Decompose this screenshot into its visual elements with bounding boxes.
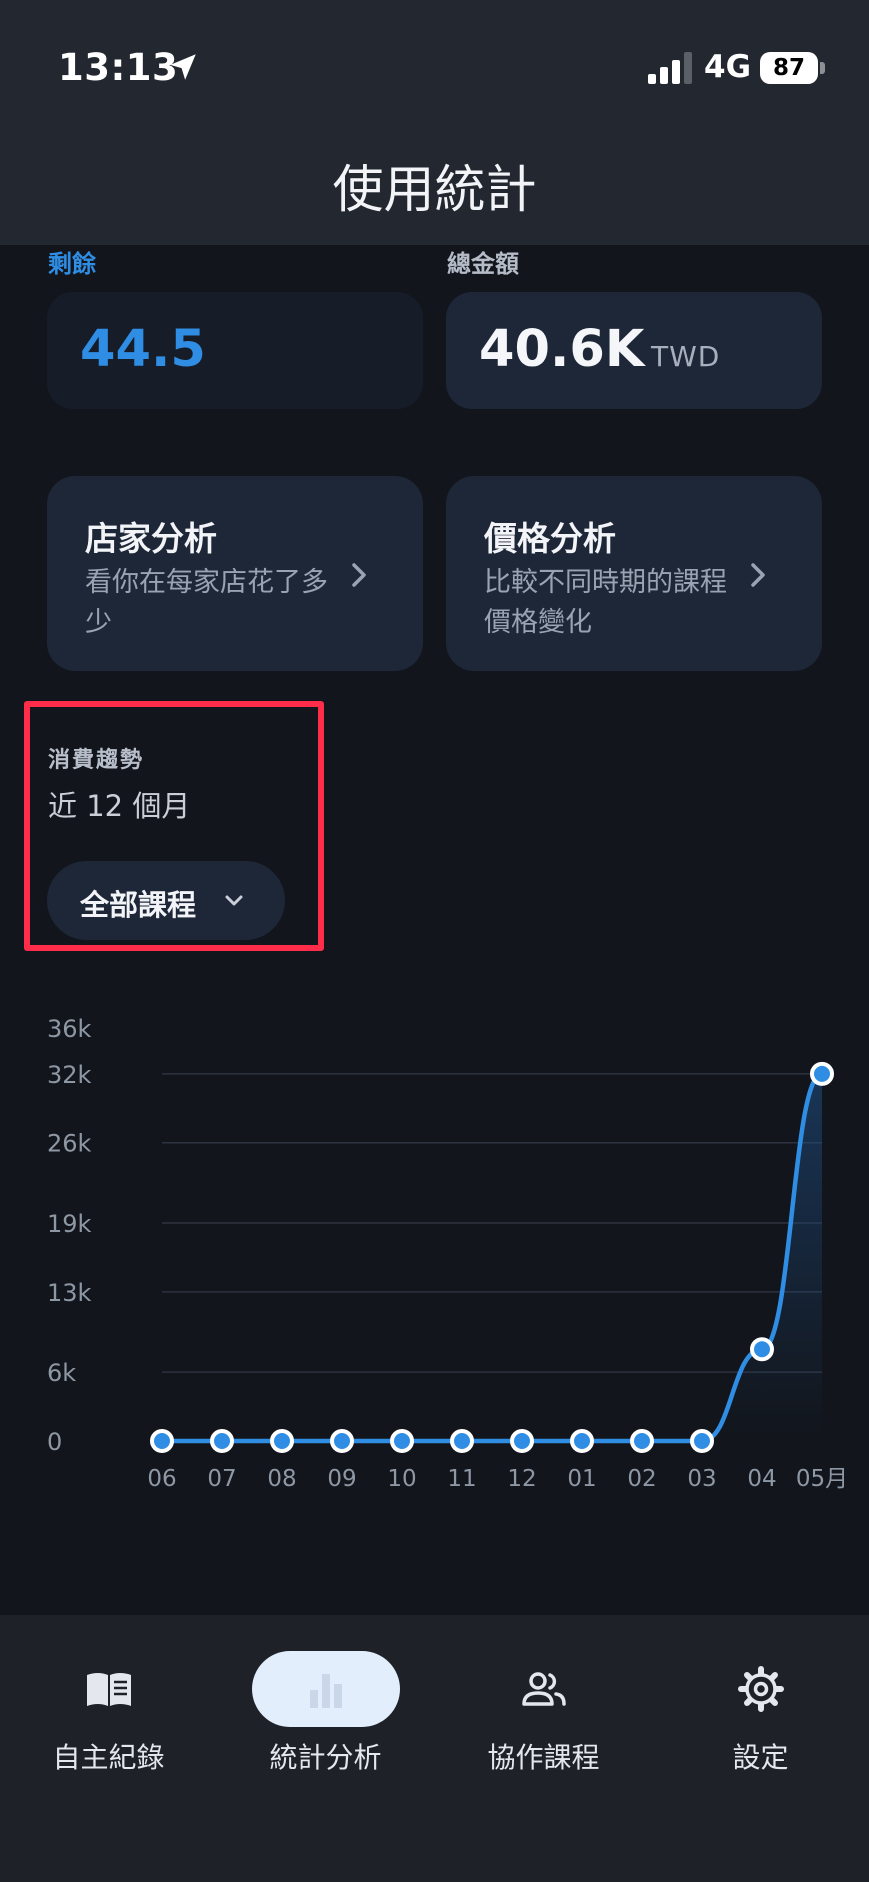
y-tick-label: 0 (47, 1428, 62, 1456)
tab-bar: 自主紀錄 統計分析 協作課程 設定 (0, 1615, 869, 1882)
network-label: 4G (704, 49, 752, 85)
remaining-value: 44.5 (80, 320, 206, 379)
tab-icon-container (687, 1651, 835, 1727)
series-area (162, 1073, 822, 1441)
data-point (450, 1429, 474, 1453)
app-screen: 13:13 4G 87 使用統計 剩餘 總金額 44.5 40.6K TWD 店… (0, 0, 869, 1882)
tab-label: 統計分析 (269, 1741, 382, 1774)
open-book-icon (86, 1673, 131, 1706)
data-point (690, 1429, 714, 1453)
data-point (570, 1429, 594, 1453)
data-point (750, 1337, 774, 1362)
trend-label: 消費趨勢 (48, 748, 145, 773)
store-analysis-description: 看你在每家店花了多少 (85, 567, 328, 638)
x-tick-label: 01 (567, 1466, 596, 1492)
tab-label: 設定 (732, 1741, 789, 1774)
y-tick-label: 32k (47, 1061, 92, 1089)
people-icon (521, 1672, 566, 1706)
total-amount-label: 總金額 (447, 250, 519, 278)
x-tick-label: 06 (147, 1466, 176, 1492)
y-tick-label: 13k (47, 1279, 92, 1307)
header: 13:13 4G 87 使用統計 (0, 0, 869, 245)
status-time: 13:13 (58, 46, 179, 89)
battery-icon: 87 (760, 52, 818, 84)
tab-self-record[interactable]: 自主紀錄 (0, 1615, 217, 1785)
x-tick-label: 03 (687, 1466, 716, 1492)
price-analysis-card[interactable]: 價格分析 比較不同時期的課程價格變化 (446, 476, 822, 671)
x-tick-label: 04 (747, 1466, 776, 1492)
tab-settings[interactable]: 設定 (652, 1615, 869, 1785)
data-point (630, 1429, 654, 1453)
total-amount-card: 40.6K TWD (446, 292, 822, 409)
battery-level: 87 (772, 55, 805, 81)
chevron-right-icon (352, 563, 366, 587)
chevron-right-icon (751, 563, 765, 587)
y-tick-label: 36k (47, 1015, 92, 1043)
data-point (810, 1061, 834, 1086)
signal-bars-icon (648, 52, 692, 84)
x-tick-label: 12 (507, 1466, 536, 1492)
data-point (330, 1429, 354, 1453)
tab-icon-container (470, 1651, 618, 1727)
total-amount-value: 40.6K (479, 320, 645, 379)
spending-trend-chart: 0 6k 13k 19k 26k 32k 36k 06 07 08 09 10 11 12 01 02 03 04… (47, 1015, 848, 1492)
series-line (159, 1071, 825, 1444)
x-tick-label: 11 (447, 1466, 476, 1492)
tab-label: 協作課程 (487, 1741, 600, 1774)
course-filter-label: 全部課程 (80, 888, 197, 922)
data-point (390, 1429, 414, 1453)
price-analysis-description: 比較不同時期的課程價格變化 (484, 567, 727, 638)
y-tick-label: 19k (47, 1210, 92, 1238)
gear-icon (737, 1666, 784, 1712)
chevron-down-icon (225, 895, 243, 906)
x-tick-label: 10 (387, 1466, 416, 1492)
data-point (510, 1429, 534, 1453)
remaining-card: 44.5 (47, 292, 423, 409)
store-analysis-title: 店家分析 (85, 519, 217, 558)
tab-icon-container (251, 1651, 400, 1727)
x-tick-label: 05月 (796, 1466, 848, 1492)
battery-cap (820, 62, 825, 74)
tab-icon-container (35, 1651, 183, 1727)
x-tick-label: 07 (207, 1466, 236, 1492)
bar-chart-icon (309, 1674, 342, 1708)
y-tick-label: 26k (47, 1130, 92, 1158)
tab-collab-courses[interactable]: 協作課程 (435, 1615, 652, 1785)
data-point (210, 1429, 234, 1453)
price-analysis-title: 價格分析 (484, 519, 616, 558)
x-tick-label: 09 (327, 1466, 356, 1492)
tab-statistics[interactable]: 統計分析 (217, 1615, 434, 1785)
course-filter-dropdown[interactable]: 全部課程 (47, 861, 285, 940)
currency-unit: TWD (651, 340, 721, 373)
trend-period: 近 12 個月 (48, 789, 191, 823)
remaining-label: 剩餘 (48, 250, 96, 278)
data-point (150, 1429, 174, 1453)
page-title: 使用統計 (332, 161, 537, 220)
store-analysis-card[interactable]: 店家分析 看你在每家店花了多少 (47, 476, 423, 671)
x-tick-label: 08 (267, 1466, 296, 1492)
x-tick-label: 02 (627, 1466, 656, 1492)
tab-label: 自主紀錄 (52, 1741, 165, 1774)
location-arrow-icon (170, 54, 196, 80)
y-tick-label: 6k (47, 1359, 76, 1387)
data-point (270, 1429, 294, 1453)
